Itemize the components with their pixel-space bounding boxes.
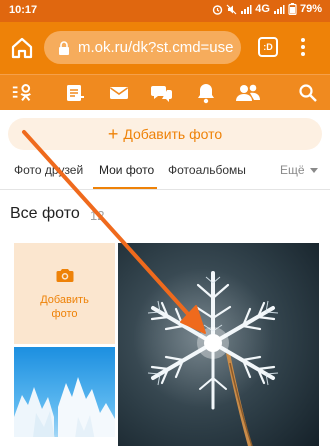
lock-icon	[59, 40, 69, 55]
add-tile-label: Добавить фото	[40, 293, 89, 320]
more-vert-icon[interactable]	[298, 35, 308, 59]
chevron-down-icon[interactable]	[310, 168, 318, 173]
add-photo-button[interactable]: + Добавить фото	[8, 118, 322, 150]
active-tab-indicator	[93, 187, 157, 189]
url-field[interactable]: m.ok.ru/dk?st.cmd=use	[44, 31, 241, 64]
network-type: 4G	[255, 3, 270, 15]
ok-toolbar	[0, 74, 330, 110]
winter-trees-image	[14, 347, 115, 446]
signal-icon-2	[273, 4, 285, 14]
photo-count: 12	[90, 208, 105, 223]
tabs-button[interactable]: :D	[258, 37, 278, 57]
plus-icon: +	[107, 124, 119, 144]
status-bar: 10:17 4G 79%	[0, 0, 330, 22]
camera-icon	[56, 268, 73, 282]
ok-logo-icon[interactable]	[11, 81, 35, 105]
bell-icon[interactable]	[194, 81, 218, 105]
status-time: 10:17	[9, 4, 38, 16]
add-photo-tile[interactable]: Добавить фото	[14, 243, 115, 344]
add-photo-label: Добавить фото	[123, 126, 223, 142]
tab-more[interactable]: Ещё	[280, 163, 305, 177]
search-icon[interactable]	[296, 81, 320, 105]
notes-icon[interactable]	[63, 81, 87, 105]
tab-friends-photos[interactable]: Фото друзей	[14, 163, 83, 177]
signal-icon	[241, 4, 252, 14]
home-button[interactable]	[10, 36, 34, 60]
tab-my-photos[interactable]: Мои фото	[99, 163, 154, 177]
mail-icon[interactable]	[107, 81, 131, 105]
home-icon	[11, 37, 33, 59]
alarm-icon	[213, 4, 223, 15]
snowflake-image	[118, 243, 319, 446]
browser-address-bar: m.ok.ru/dk?st.cmd=use :D	[0, 22, 330, 74]
battery-percent: 79%	[299, 3, 322, 15]
photo-thumbnail-snowflake[interactable]	[118, 243, 319, 446]
photo-thumbnail-winter-trees[interactable]	[14, 347, 115, 446]
chat-icon[interactable]	[150, 81, 174, 105]
tab-photo-albums[interactable]: Фотоальбомы	[168, 163, 246, 177]
section-title: Все фото	[10, 205, 80, 222]
url-text: m.ok.ru/dk?st.cmd=use	[78, 39, 234, 56]
status-indicators: 4G 79%	[212, 3, 322, 15]
mute-icon	[226, 4, 237, 14]
friends-icon[interactable]	[236, 81, 260, 105]
battery-icon	[288, 3, 297, 15]
photo-subtabs: Фото друзей Мои фото Фотоальбомы Ещё	[0, 152, 330, 190]
